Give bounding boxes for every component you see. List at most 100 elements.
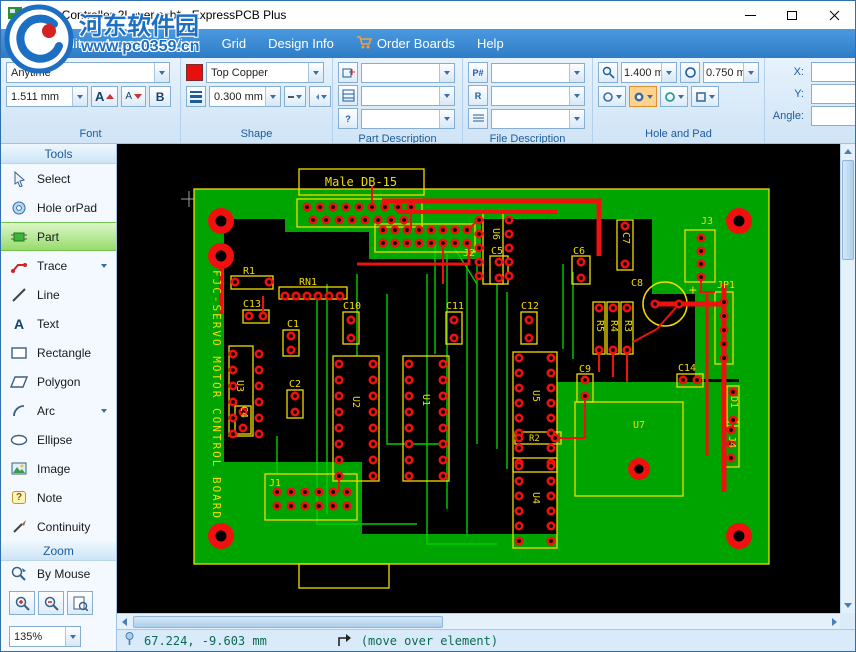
scroll-down-arrow[interactable]: [840, 598, 855, 613]
menu-bar: File Edit Arrange View Grid Design Info …: [1, 29, 855, 58]
chevron-down-icon[interactable]: [101, 408, 107, 413]
tools-sidebar: Tools Select Hole orPad Part Trace Line: [1, 144, 117, 651]
pad-size-select[interactable]: 0.750 mm: [703, 62, 759, 83]
horizontal-scroll-thumb[interactable]: [133, 616, 443, 628]
scroll-up-arrow[interactable]: [840, 144, 855, 159]
line-icon: [10, 287, 28, 302]
sidebar-item-hole-or-pad[interactable]: Hole orPad: [1, 193, 116, 222]
part-note-select[interactable]: [361, 108, 455, 129]
layer-select[interactable]: Top Copper: [206, 62, 324, 83]
cart-icon: [356, 35, 373, 52]
svg-text:C1: C1: [287, 319, 299, 330]
position-group: X: Y: Angle:: [765, 58, 855, 143]
sidebar-item-part[interactable]: Part: [1, 222, 116, 251]
via-pad-icon: [665, 91, 675, 102]
pointer-hint-icon: [336, 632, 352, 650]
font-name-select[interactable]: Anytime: [6, 62, 170, 83]
round-pad-icon: [603, 91, 613, 102]
menu-grid[interactable]: Grid: [211, 29, 258, 58]
svg-text:Male DB-15: Male DB-15: [325, 175, 397, 189]
menu-design-info[interactable]: Design Info: [257, 29, 345, 58]
reference-select[interactable]: [491, 85, 585, 106]
scroll-left-arrow[interactable]: [117, 614, 132, 629]
hole-and-pad-group: 1.400 mm 0.750 mm Hole and Pad: [593, 58, 765, 143]
vertical-scrollbar[interactable]: [840, 144, 855, 613]
sidebar-item-line[interactable]: Line: [1, 280, 116, 309]
part-package-select[interactable]: [361, 85, 455, 106]
layer-color-swatch[interactable]: [186, 64, 203, 81]
zoom-header: Zoom: [1, 541, 116, 561]
sidebar-item-trace[interactable]: Trace: [1, 251, 116, 280]
font-size-select[interactable]: 1.511 mm: [6, 86, 88, 107]
bold-button[interactable]: B: [149, 86, 172, 107]
pin-number-select[interactable]: [491, 62, 585, 83]
svg-text:J3: J3: [701, 216, 713, 227]
line-style-icon: [288, 95, 294, 98]
line-width-select[interactable]: 0.300 mm: [209, 86, 281, 107]
menu-view[interactable]: View: [161, 29, 211, 58]
pad-shape-square-button[interactable]: [691, 86, 719, 107]
sidebar-item-text[interactable]: A Text: [1, 309, 116, 338]
svg-text:R2: R2: [529, 434, 540, 444]
paint-bucket-icon: [316, 93, 319, 100]
horizontal-scrollbar[interactable]: [117, 613, 842, 629]
chevron-down-icon: [439, 63, 454, 82]
maximize-button[interactable]: [771, 1, 813, 29]
angle-field[interactable]: [811, 106, 855, 126]
menu-edit[interactable]: Edit: [48, 29, 92, 58]
svg-text:U5: U5: [530, 390, 541, 402]
svg-text:U4: U4: [530, 492, 541, 504]
fill-style-button[interactable]: [309, 86, 331, 107]
sidebar-item-continuity[interactable]: Continuity: [1, 512, 116, 541]
chevron-down-icon: [65, 627, 80, 646]
svg-text:C2: C2: [289, 379, 301, 390]
svg-text:RN1: RN1: [299, 277, 317, 288]
note-icon: ?: [10, 491, 28, 504]
increase-text-size-button[interactable]: A: [91, 86, 119, 107]
svg-text:C7: C7: [620, 232, 631, 244]
pad-shape-round-button[interactable]: [598, 86, 626, 107]
position-marker-icon: [124, 632, 135, 649]
sidebar-item-note[interactable]: ? Note: [1, 483, 116, 512]
part-id-select[interactable]: [361, 62, 455, 83]
svg-text:C5: C5: [491, 246, 503, 257]
sidebar-item-zoom-by-mouse[interactable]: By Mouse: [1, 561, 116, 587]
y-coordinate-field[interactable]: [811, 84, 855, 104]
svg-text:C6: C6: [573, 246, 585, 257]
sidebar-item-ellipse[interactable]: Ellipse: [1, 425, 116, 454]
menu-help[interactable]: Help: [466, 29, 515, 58]
hole-size-select[interactable]: 1.400 mm: [621, 62, 677, 83]
pcb-canvas[interactable]: Male DB-15 FJC-SERVO MOTOR CONTROL BOARD J…: [117, 144, 842, 613]
zoom-to-fit-button[interactable]: [67, 591, 93, 615]
sidebar-item-select[interactable]: Select: [1, 164, 116, 193]
menu-file[interactable]: File: [5, 29, 48, 58]
svg-text:C11: C11: [446, 301, 464, 312]
file-note-select[interactable]: [491, 108, 585, 129]
decrease-text-size-button[interactable]: A: [121, 86, 147, 107]
close-button[interactable]: [813, 1, 855, 29]
sidebar-item-arc[interactable]: Arc: [1, 396, 116, 425]
hole-and-pad-group-label: Hole and Pad: [645, 128, 712, 140]
sidebar-item-polygon[interactable]: Polygon: [1, 367, 116, 396]
y-label: Y:: [794, 88, 804, 100]
minimize-button[interactable]: [729, 1, 771, 29]
arc-icon: [10, 404, 28, 418]
chevron-down-icon: [154, 63, 169, 82]
menu-arrange[interactable]: Arrange: [92, 29, 160, 58]
zoom-out-icon: [44, 596, 59, 611]
zoom-level-select[interactable]: 135%: [9, 626, 81, 647]
line-style-button[interactable]: [284, 86, 306, 107]
reference-icon: R: [468, 85, 488, 106]
chevron-down-icon: [439, 109, 454, 128]
pad-shape-via-button[interactable]: [660, 86, 688, 107]
pad-shape-selected-button[interactable]: [629, 86, 657, 107]
svg-text:C10: C10: [343, 301, 361, 312]
sidebar-item-image[interactable]: Image: [1, 454, 116, 483]
zoom-out-button[interactable]: [38, 591, 64, 615]
x-coordinate-field[interactable]: [811, 62, 855, 82]
zoom-in-button[interactable]: [9, 591, 35, 615]
vertical-scroll-thumb[interactable]: [842, 160, 854, 260]
chevron-down-icon[interactable]: [101, 263, 107, 268]
menu-order-boards[interactable]: Order Boards: [345, 29, 466, 58]
sidebar-item-rectangle[interactable]: Rectangle: [1, 338, 116, 367]
